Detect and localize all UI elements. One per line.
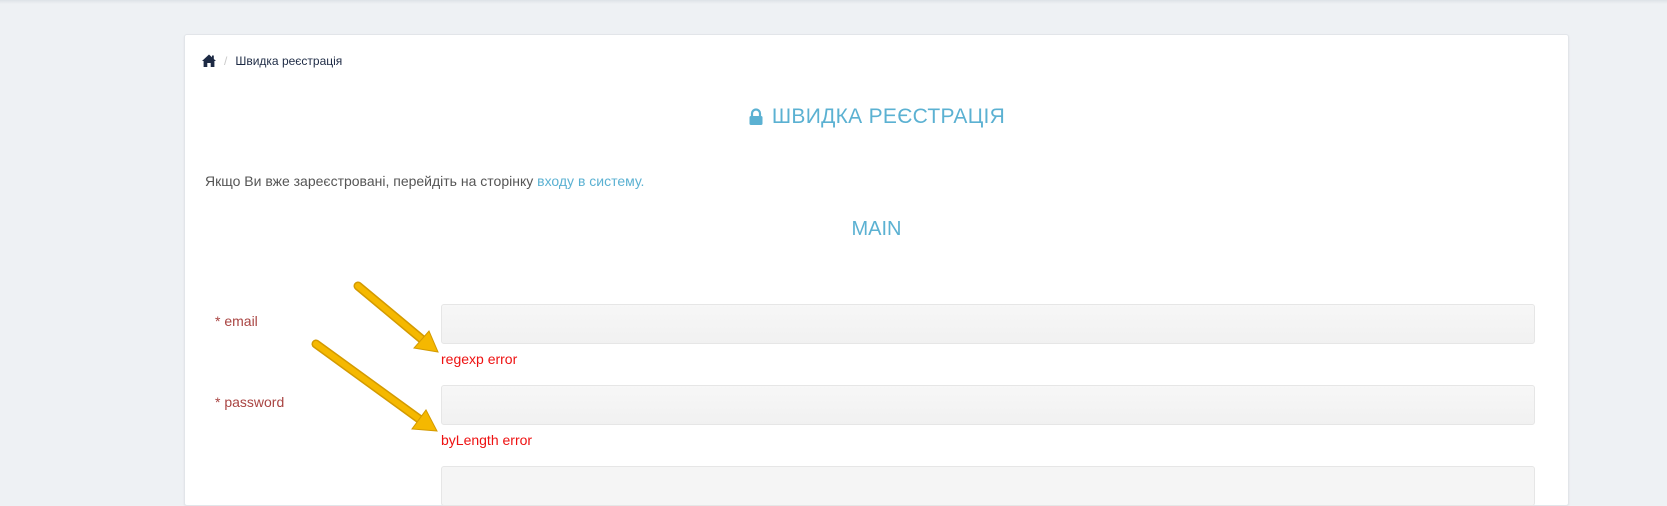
breadcrumb-separator: / bbox=[224, 54, 228, 68]
breadcrumb: / Швидка реєстрація bbox=[201, 53, 342, 69]
page-title-text: ШВИДКА РЕЄСТРАЦІЯ bbox=[771, 105, 1006, 128]
section-title: MAIN bbox=[851, 218, 902, 240]
login-link[interactable]: входу в систему. bbox=[537, 173, 644, 189]
breadcrumb-current: Швидка реєстрація bbox=[235, 54, 343, 68]
password-error: byLength error bbox=[441, 432, 533, 448]
page-title: ШВИДКА РЕЄСТРАЦІЯ bbox=[185, 105, 1568, 129]
login-hint: Якщо Ви вже зареєстровані, перейдіть на … bbox=[205, 173, 644, 189]
password-field[interactable] bbox=[441, 385, 1535, 425]
registration-panel: / Швидка реєстрація ШВИДКА РЕЄСТРАЦІЯ Як… bbox=[184, 34, 1569, 506]
email-field[interactable] bbox=[441, 304, 1535, 344]
next-field-partial[interactable] bbox=[441, 466, 1535, 506]
lock-icon bbox=[748, 108, 764, 126]
password-label: * password bbox=[215, 394, 285, 410]
home-icon[interactable] bbox=[201, 53, 217, 69]
login-hint-text: Якщо Ви вже зареєстровані, перейдіть на … bbox=[205, 173, 538, 189]
email-error: regexp error bbox=[441, 351, 518, 367]
email-label: * email bbox=[215, 313, 258, 329]
top-shadow bbox=[0, 0, 1667, 4]
